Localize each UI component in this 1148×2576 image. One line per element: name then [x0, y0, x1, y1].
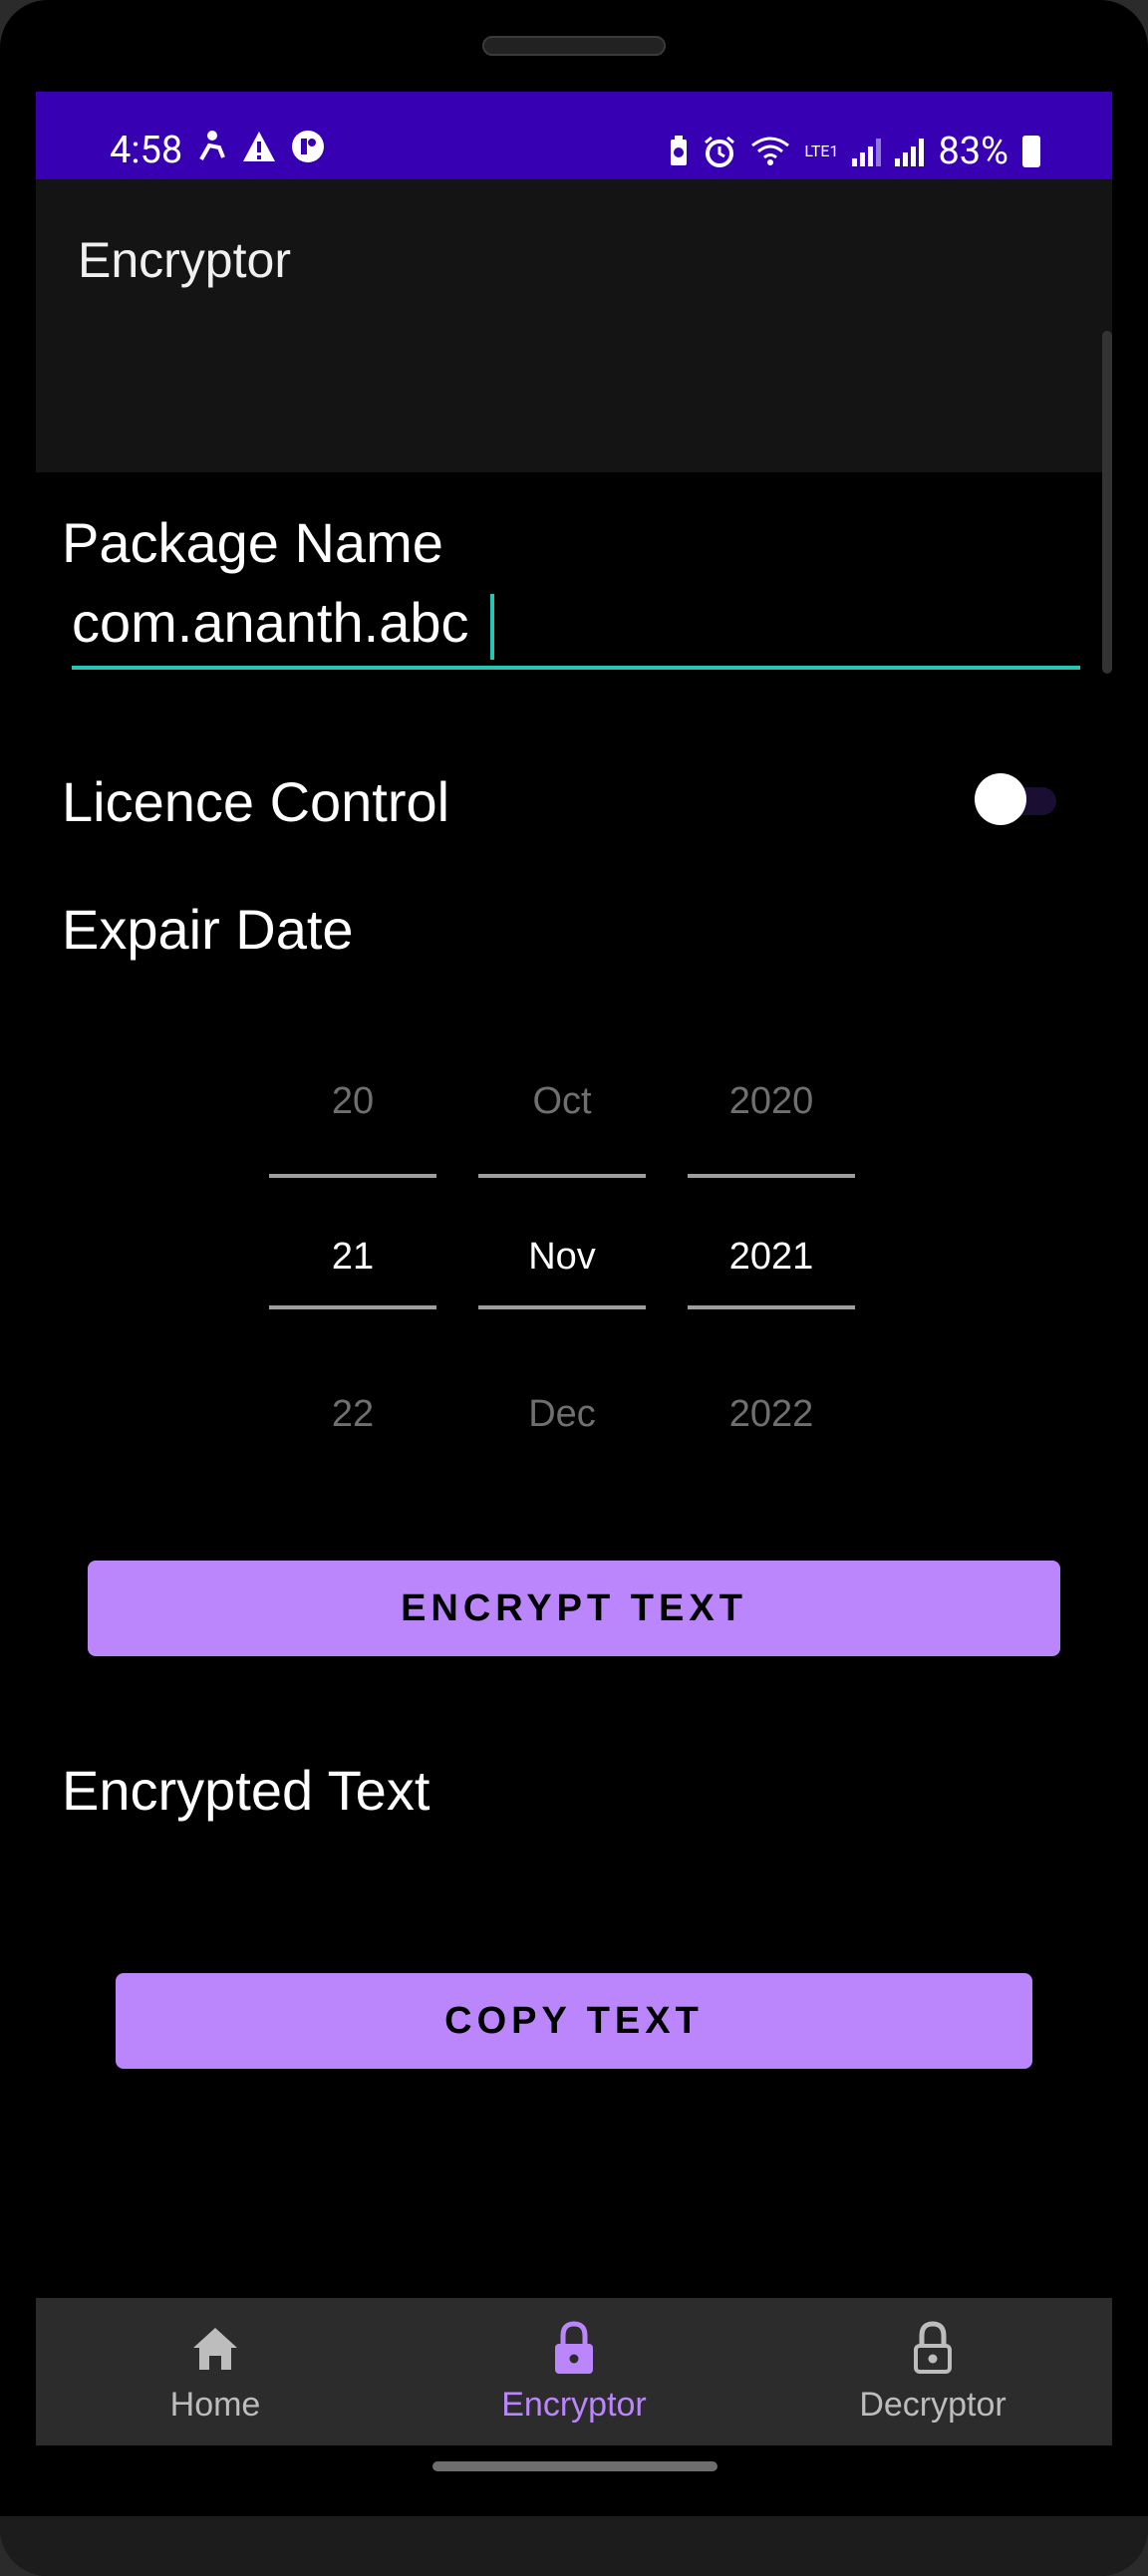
switch-thumb [975, 773, 1026, 825]
package-name-label: Package Name [62, 511, 443, 574]
day-picker[interactable]: 20 21 22 [269, 1048, 436, 1547]
home-gesture-bar[interactable] [432, 2461, 718, 2471]
alarm-icon [705, 136, 735, 167]
encrypt-text-button[interactable]: ENCRYPT TEXT [88, 1561, 1060, 1656]
lock-open-icon [914, 2321, 952, 2374]
lock-closed-icon [555, 2321, 593, 2374]
month-selected[interactable]: Nov [478, 1236, 646, 1279]
year-prev[interactable]: 2020 [688, 1080, 855, 1123]
signal-1-icon [852, 137, 882, 166]
day-next[interactable]: 22 [269, 1393, 436, 1436]
nav-label-decryptor: Decryptor [859, 2386, 1006, 2424]
nav-item-encryptor[interactable]: Encryptor [395, 2298, 753, 2445]
phone-frame: 4:58 LTE1 83% Encryptor Package Name com… [0, 0, 1148, 2576]
app-bar: Encryptor [36, 179, 1112, 472]
signal-2-icon [895, 137, 925, 166]
encrypted-text-output [62, 1846, 1078, 1905]
year-picker[interactable]: 2020 2021 2022 [688, 1048, 855, 1547]
home-icon [193, 2328, 237, 2370]
month-prev[interactable]: Oct [478, 1080, 646, 1123]
picker-divider [269, 1305, 436, 1309]
nav-label-encryptor: Encryptor [501, 2386, 647, 2424]
nav-label-home: Home [169, 2386, 261, 2424]
nav-item-home[interactable]: Home [36, 2298, 395, 2445]
day-selected[interactable]: 21 [269, 1236, 436, 1279]
picker-divider [688, 1174, 855, 1178]
year-next[interactable]: 2022 [688, 1393, 855, 1436]
licence-control-switch[interactable] [975, 769, 1058, 829]
picker-divider [478, 1174, 646, 1178]
status-bar: 4:58 LTE1 83% [36, 92, 1112, 179]
warning-icon [243, 132, 275, 161]
accessibility-icon [199, 131, 225, 160]
earpiece-speaker [482, 36, 666, 56]
day-prev[interactable]: 20 [269, 1080, 436, 1123]
month-next[interactable]: Dec [478, 1393, 646, 1436]
status-right-icons: LTE1 83% [669, 130, 1040, 173]
package-name-input[interactable] [72, 580, 1080, 664]
copy-text-button[interactable]: COPY TEXT [116, 1973, 1032, 2069]
wifi-icon [751, 137, 790, 165]
expiry-date-label: Expair Date [62, 898, 354, 961]
encrypted-text-label: Encrypted Text [62, 1759, 430, 1822]
status-left-icons [197, 130, 325, 163]
battery-percent: 83% [938, 130, 1008, 173]
app-screen: 4:58 LTE1 83% Encryptor Package Name com… [36, 92, 1112, 2445]
status-time: 4:58 [110, 129, 183, 172]
app-notification-icon [292, 131, 324, 162]
bottom-navigation: Home Encryptor Decryptor [36, 2298, 1112, 2445]
network-label: LTE1 [804, 142, 839, 160]
licence-control-label: Licence Control [62, 770, 450, 833]
bottom-bezel [0, 2516, 1148, 2576]
battery-saver-icon [671, 136, 688, 165]
picker-divider [269, 1174, 436, 1178]
scrollbar[interactable] [1102, 331, 1112, 674]
app-title: Encryptor [78, 232, 291, 288]
year-selected[interactable]: 2021 [688, 1236, 855, 1279]
picker-divider [478, 1305, 646, 1309]
battery-icon [1022, 136, 1040, 167]
month-picker[interactable]: Oct Nov Dec [478, 1048, 646, 1547]
picker-divider [688, 1305, 855, 1309]
nav-item-decryptor[interactable]: Decryptor [753, 2298, 1112, 2445]
text-cursor [490, 594, 494, 660]
package-name-field[interactable] [72, 580, 1080, 670]
